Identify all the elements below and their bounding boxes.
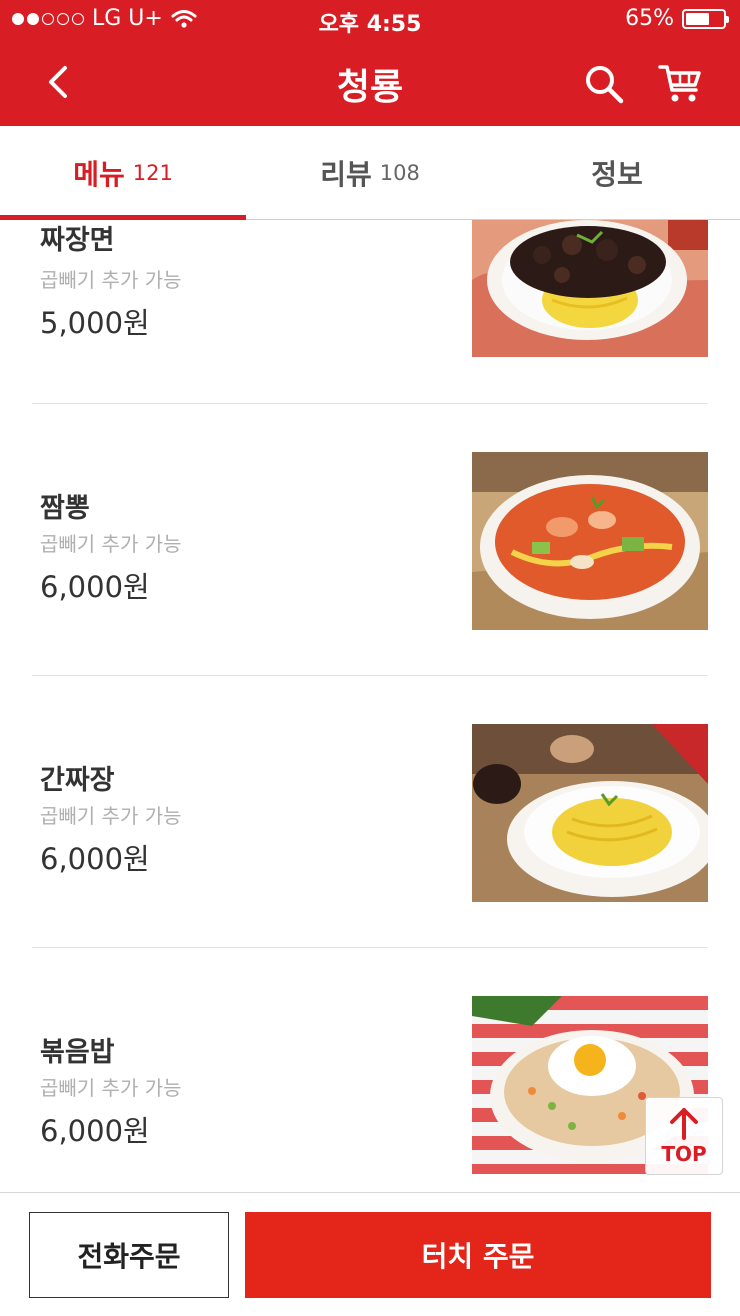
menu-item-price: 5,000원 [40,306,150,340]
arrow-up-icon [670,1108,698,1140]
cart-button[interactable] [650,56,710,112]
phone-order-button[interactable]: 전화주문 [29,1212,229,1298]
menu-item-name: 간짜장 [40,765,115,796]
back-button[interactable] [32,56,84,108]
battery-level [686,12,710,25]
tab-reviews[interactable]: 리뷰 108 [247,126,493,219]
menu-item[interactable]: 볶음밥 곱빼기 추가 가능 6,000원 [32,948,708,1192]
app-header: LG U+ 오후 4:55 65% 청룡 [0,0,740,126]
tab-label: 정보 [591,157,643,191]
menu-item-name: 짜장면 [40,225,115,256]
tab-info[interactable]: 정보 [494,126,740,219]
menu-item-name: 볶음밥 [40,1037,115,1068]
tab-label: 메뉴 [73,157,125,191]
menu-item-price: 6,000원 [40,842,150,876]
nav-bar: 청룡 [0,40,740,126]
menu-item-note: 곱빼기 추가 가능 [40,1076,182,1100]
menu-item-price: 6,000원 [40,570,150,604]
menu-item[interactable]: 짜장면 곱빼기 추가 가능 5,000원 [32,220,708,404]
cart-icon [658,65,701,102]
menu-item-photo[interactable] [472,452,708,630]
menu-item-photo[interactable] [472,220,708,357]
menu-item[interactable]: 짬뽕 곱빼기 추가 가능 6,000원 [32,404,708,676]
touch-order-button[interactable]: 터치 주문 [245,1212,711,1298]
menu-item-note: 곱빼기 추가 가능 [40,268,182,292]
menu-item-note: 곱빼기 추가 가능 [40,804,182,828]
tab-count: 121 [132,160,173,185]
tab-count: 108 [379,160,420,185]
back-arrow-icon [49,66,67,98]
search-icon [586,66,624,104]
menu-item[interactable]: 간짜장 곱빼기 추가 가능 6,000원 [32,676,708,948]
top-label: TOP [661,1142,707,1166]
tab-label: 리뷰 [320,157,372,191]
jjajangmyeon-photo [472,220,708,357]
menu-item-photo[interactable] [472,724,708,902]
battery-percent: 65% [625,6,674,31]
ganjjajang-photo [472,724,708,902]
tab-bar: 메뉴 121 리뷰 108 정보 [0,126,740,220]
scroll-to-top-button[interactable]: TOP [645,1097,723,1175]
tab-menu[interactable]: 메뉴 121 [0,126,246,220]
menu-list: 짜장면 곱빼기 추가 가능 5,000원 짬뽕 곱빼기 추가 가능 6,000원… [0,220,740,1192]
menu-item-price: 6,000원 [40,1114,150,1148]
battery-icon [682,8,729,29]
search-button[interactable] [576,56,632,112]
menu-item-note: 곱빼기 추가 가능 [40,532,182,556]
status-bar: LG U+ 오후 4:55 65% [0,0,740,40]
bottom-bar: 전화주문 터치 주문 [0,1192,740,1316]
status-right: 65% [625,6,729,31]
jjamppong-photo [472,452,708,630]
menu-item-name: 짬뽕 [40,493,90,524]
